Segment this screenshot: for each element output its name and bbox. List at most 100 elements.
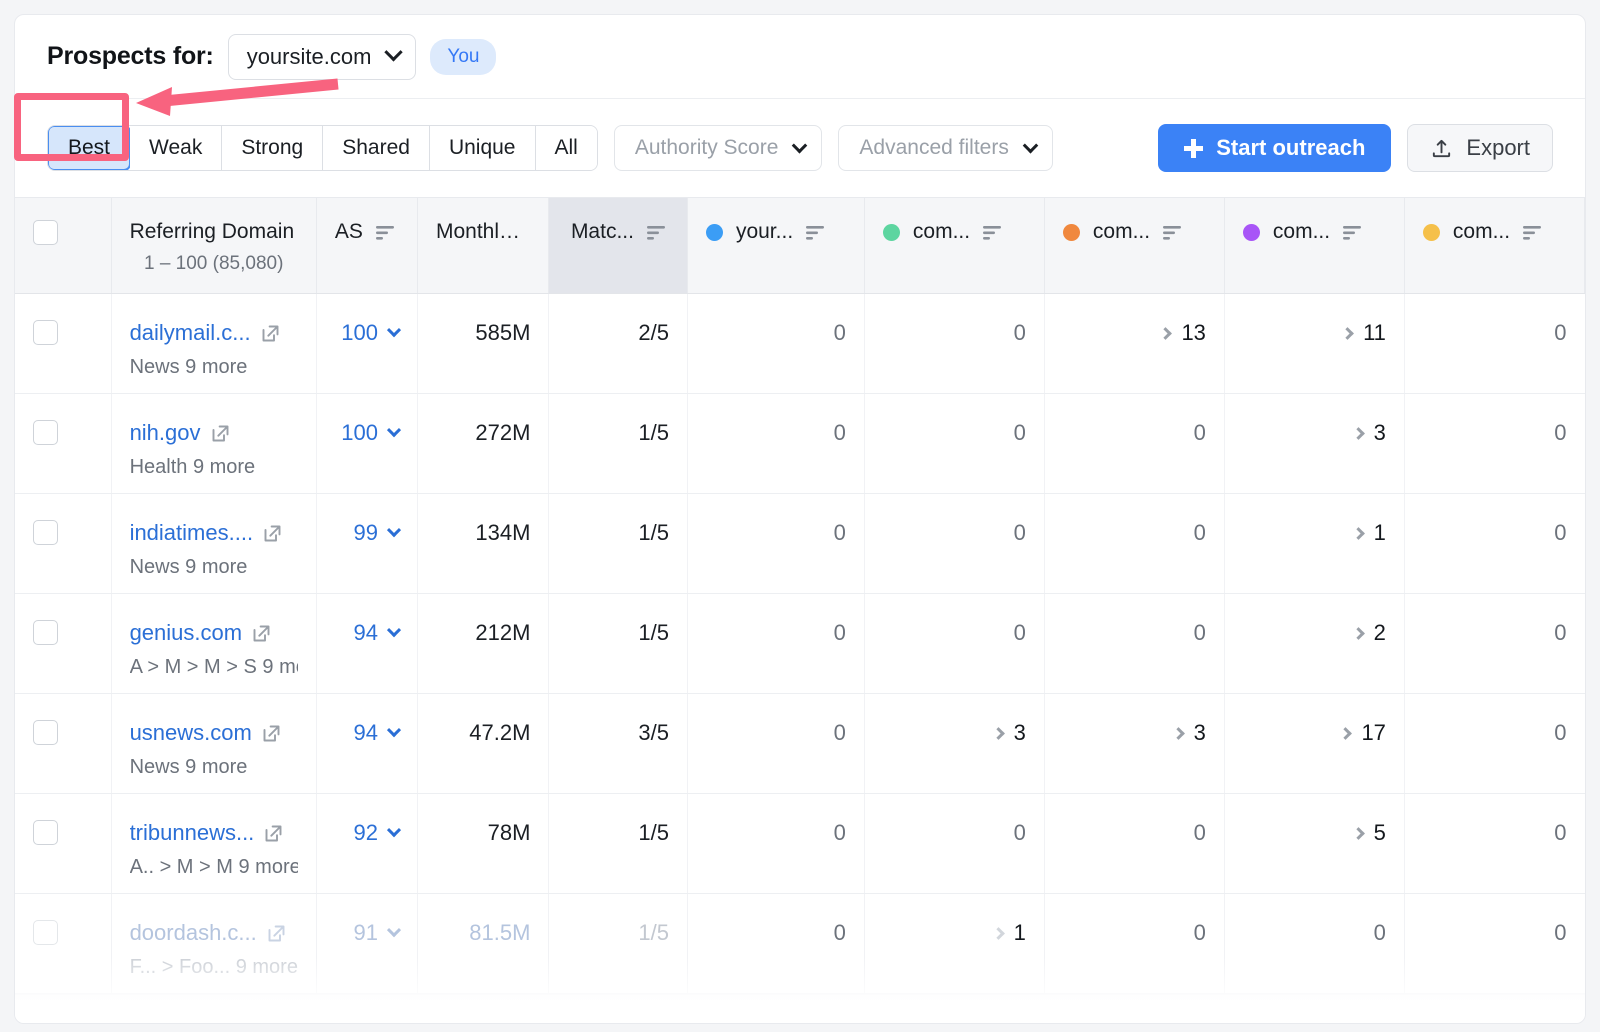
column-header-label: Referring Domain [130,220,295,244]
chevron-right-icon[interactable] [1352,427,1365,440]
monthly-visits-cell[interactable]: 212M [417,594,548,694]
column-header-2[interactable]: Monthly ... [417,198,548,294]
external-link-icon[interactable] [262,523,283,544]
table-row[interactable]: nih.govHealth 9 more100272M1/500030 [15,394,1585,494]
authority-score-cell[interactable]: 99 [316,494,417,594]
external-link-icon[interactable] [261,723,282,744]
partial-next-row [15,994,1585,1024]
export-button[interactable]: Export [1407,124,1553,172]
external-link-icon[interactable] [263,823,284,844]
authority-score-filter[interactable]: Authority Score [614,125,823,171]
monthly-visits-cell[interactable]: 81.5M [417,894,548,994]
chevron-down-icon [792,137,808,153]
row-checkbox[interactable] [33,920,58,945]
table-row[interactable]: genius.comA > M > M > S 9 more94212M1/50… [15,594,1585,694]
table-row[interactable]: dailymail.c...News 9 more100585M2/500131… [15,294,1585,394]
more-categories-link[interactable]: 9 more [185,556,247,579]
column-header-4[interactable]: your... [687,198,864,294]
row-checkbox[interactable] [33,520,58,545]
column-header-0[interactable]: Referring Domain 1 – 100 (85,080) [111,198,316,294]
segment-strong[interactable]: Strong [222,126,323,170]
domain-link[interactable]: indiatimes.... [130,520,284,546]
sort-icon[interactable] [806,223,828,241]
chevron-right-icon[interactable] [1172,727,1185,740]
table-row[interactable]: usnews.comNews 9 more9447.2M3/5033170 [15,694,1585,794]
site-selector[interactable]: yoursite.com [228,34,417,80]
column-header-7[interactable]: com... [1224,198,1404,294]
chevron-right-icon[interactable] [1352,827,1365,840]
sort-icon[interactable] [647,223,669,241]
external-link-icon[interactable] [260,323,281,344]
chevron-right-icon[interactable] [1340,727,1353,740]
authority-score-cell[interactable]: 94 [316,594,417,694]
value-wrapper: 3 [883,720,1026,746]
column-header-1[interactable]: AS [316,198,417,294]
domain-link[interactable]: usnews.com [130,720,282,746]
row-checkbox[interactable] [33,820,58,845]
chevron-right-icon[interactable] [1160,327,1173,340]
chevron-right-icon[interactable] [1341,327,1354,340]
segment-shared[interactable]: Shared [323,126,430,170]
authority-score-cell[interactable]: 92 [316,794,417,894]
segment-weak[interactable]: Weak [130,126,222,170]
authority-score-cell[interactable]: 91 [316,894,417,994]
more-categories-link[interactable]: 9 more [236,956,298,979]
result-count: 1 – 100 (85,080) [130,253,298,275]
more-categories-link[interactable]: 9 more [193,456,255,479]
more-categories-link[interactable]: 9 more [238,856,297,879]
column-header-5[interactable]: com... [864,198,1044,294]
column-header-6[interactable]: com... [1044,198,1224,294]
authority-score-cell[interactable]: 100 [316,394,417,494]
segment-best[interactable]: Best [47,125,131,171]
category-text: A > M > M > S [130,656,263,678]
sort-icon[interactable] [983,223,1005,241]
chevron-right-icon[interactable] [1352,627,1365,640]
domain-link[interactable]: doordash.c... [130,920,287,946]
chevron-right-icon[interactable] [992,727,1005,740]
external-link-icon[interactable] [251,623,272,644]
competitor-backlink-count: 0 [1194,520,1206,546]
sort-icon[interactable] [376,223,398,241]
advanced-filters[interactable]: Advanced filters [838,125,1052,171]
more-categories-link[interactable]: 9 more [185,756,247,779]
filter-toolbar: BestWeakStrongSharedUniqueAll Authority … [15,99,1585,197]
column-header-8[interactable]: com... [1404,198,1584,294]
category-breadcrumb: News 9 more [130,756,298,779]
external-link-icon[interactable] [266,923,287,944]
row-checkbox[interactable] [33,420,58,445]
domain-link[interactable]: tribunnews... [130,820,285,846]
table-row[interactable]: indiatimes....News 9 more99134M1/500010 [15,494,1585,594]
table-row[interactable]: tribunnews...A.. > M > M 9 more9278M1/50… [15,794,1585,894]
more-categories-link[interactable]: 9 more [185,356,247,379]
start-outreach-button[interactable]: Start outreach [1158,124,1391,172]
monthly-visits-cell[interactable]: 272M [417,394,548,494]
domain-name: tribunnews... [130,820,255,846]
monthly-visits-cell[interactable]: 78M [417,794,548,894]
monthly-visits-cell[interactable]: 585M [417,294,548,394]
value-wrapper: 0 [883,620,1026,646]
segment-all[interactable]: All [536,126,597,170]
sort-icon[interactable] [1163,223,1185,241]
authority-score-cell[interactable]: 100 [316,294,417,394]
select-all-checkbox[interactable] [33,220,58,245]
row-checkbox[interactable] [33,320,58,345]
monthly-visits-cell[interactable]: 134M [417,494,548,594]
column-header-3[interactable]: Matc... [549,198,688,294]
sort-icon[interactable] [1343,223,1365,241]
more-categories-link[interactable]: 9 more [262,656,297,679]
domain-link[interactable]: nih.gov [130,420,231,446]
competitor-0-cell: 0 [687,894,864,994]
chevron-right-icon[interactable] [1352,527,1365,540]
segment-unique[interactable]: Unique [430,126,536,170]
value-wrapper: 5 [1243,820,1386,846]
monthly-visits-cell[interactable]: 47.2M [417,694,548,794]
domain-link[interactable]: genius.com [130,620,273,646]
table-row[interactable]: doordash.c...F... > Foo... 9 more9181.5M… [15,894,1585,994]
chevron-right-icon[interactable] [992,927,1005,940]
external-link-icon[interactable] [210,423,231,444]
sort-icon[interactable] [1523,223,1545,241]
row-checkbox[interactable] [33,720,58,745]
authority-score-cell[interactable]: 94 [316,694,417,794]
domain-link[interactable]: dailymail.c... [130,320,281,346]
row-checkbox[interactable] [33,620,58,645]
